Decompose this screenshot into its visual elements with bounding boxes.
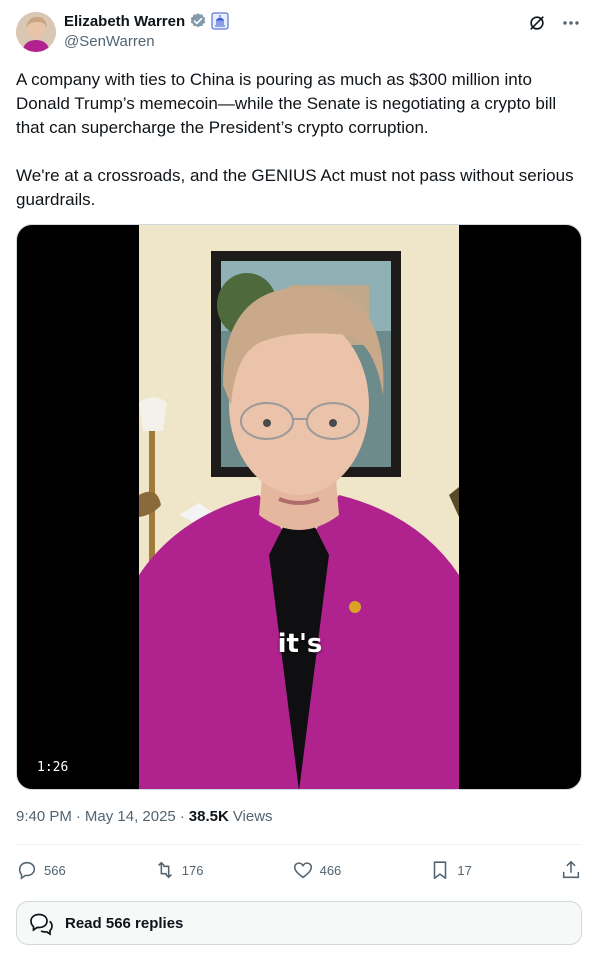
- author-display-name[interactable]: Elizabeth Warren: [64, 13, 185, 30]
- tweet-date[interactable]: May 14, 2025: [85, 808, 176, 825]
- views-count: 38.5K: [188, 808, 229, 825]
- grok-icon[interactable]: [526, 12, 548, 34]
- tweet-top-actions: [526, 12, 582, 34]
- heart-icon: [293, 862, 312, 879]
- read-replies-button[interactable]: Read 566 replies: [16, 901, 582, 945]
- tweet-meta: 9:40 PM · May 14, 2025 · 38.5K Views: [16, 808, 273, 825]
- share-button[interactable]: [560, 859, 582, 881]
- repost-icon: [157, 861, 172, 879]
- repost-button[interactable]: 176: [154, 859, 204, 881]
- read-replies-label: Read 566 replies: [65, 914, 184, 932]
- tweet-time[interactable]: 9:40 PM: [16, 808, 72, 825]
- verified-badge-icon: [189, 12, 207, 30]
- more-options-icon[interactable]: [560, 12, 582, 34]
- share-icon: [562, 860, 580, 879]
- video-caption: it's: [277, 629, 323, 659]
- meta-separator: ·: [75, 808, 81, 825]
- tweet-video[interactable]: it's 1:26: [16, 224, 582, 790]
- author-name-row: Elizabeth Warren: [64, 12, 229, 30]
- like-count: 466: [319, 862, 342, 878]
- bookmark-icon: [434, 861, 447, 880]
- author-handle[interactable]: @SenWarren: [64, 33, 155, 50]
- views-label: Views: [232, 808, 273, 825]
- capitol-badge-icon: [211, 12, 229, 30]
- bookmark-button[interactable]: 17: [429, 859, 472, 881]
- video-frame: [139, 225, 459, 789]
- meta-separator: ·: [179, 808, 185, 825]
- bookmark-count: 17: [457, 862, 472, 878]
- repost-count: 176: [181, 862, 204, 878]
- conversation-icon: [30, 913, 53, 936]
- reply-count: 566: [44, 862, 66, 878]
- avatar[interactable]: [16, 12, 56, 52]
- video-duration: 1:26: [29, 758, 77, 777]
- divider: [16, 844, 582, 845]
- reply-icon: [18, 861, 36, 880]
- tweet-actions: 566 176 466 17: [16, 856, 582, 884]
- reply-button[interactable]: 566: [16, 859, 66, 881]
- like-button[interactable]: 466: [292, 859, 342, 881]
- tweet-text: A company with ties to China is pouring …: [16, 70, 574, 209]
